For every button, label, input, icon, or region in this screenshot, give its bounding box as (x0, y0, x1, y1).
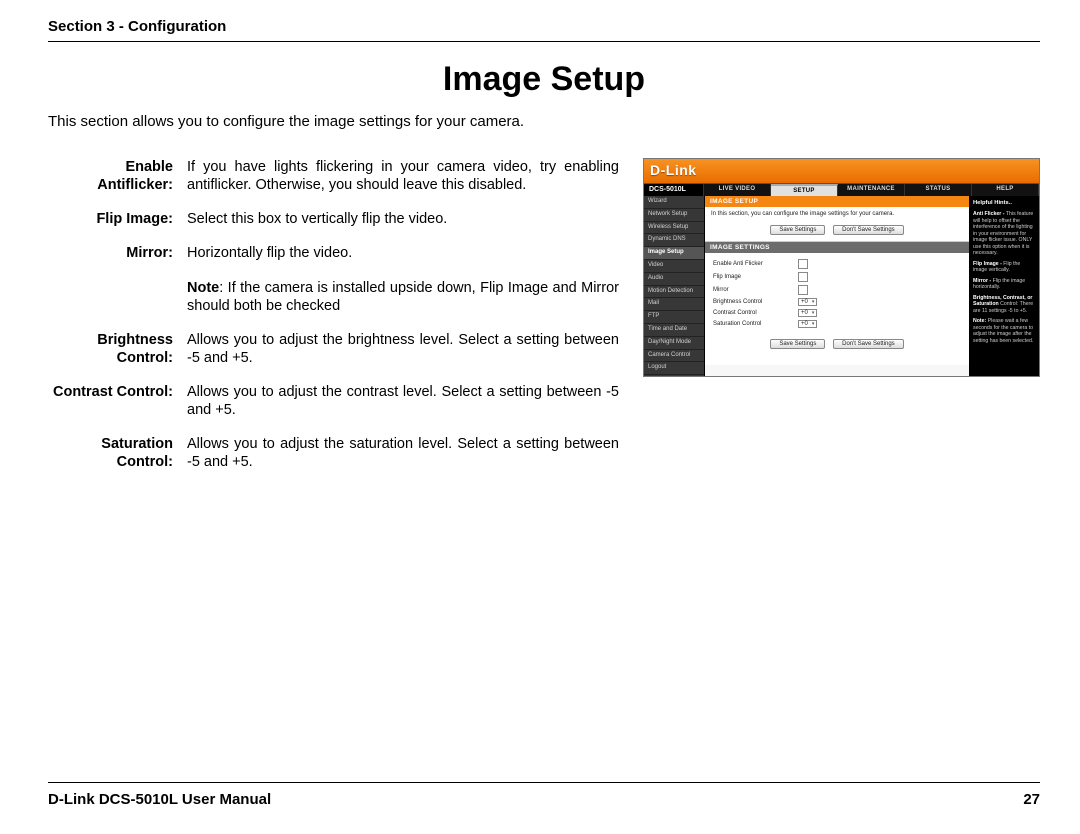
term-mirror: Mirror: (48, 244, 187, 262)
desc-mirror: Horizontally flip the video. (187, 244, 619, 262)
definitions-list: Enable Antiflicker: If you have lights f… (48, 158, 619, 488)
select-saturation[interactable]: +0 (798, 320, 817, 328)
sidenav-daynight[interactable]: Day/Night Mode (644, 337, 704, 350)
section-header: Section 3 - Configuration (48, 18, 1040, 42)
desc-note: Note: If the camera is installed upside … (187, 279, 619, 315)
checkbox-anti-flicker[interactable] (798, 259, 808, 269)
panel-title: IMAGE SETUP (705, 196, 969, 207)
desc-brightness: Allows you to adjust the brightness leve… (187, 331, 619, 367)
sidenav-camera-control[interactable]: Camera Control (644, 350, 704, 363)
save-button-top[interactable]: Save Settings (770, 225, 825, 235)
sidenav-video[interactable]: Video (644, 260, 704, 273)
sidenav-logout[interactable]: Logout (644, 362, 704, 375)
tab-live-video[interactable]: LIVE VIDEO (704, 184, 771, 196)
sidenav-network[interactable]: Network Setup (644, 209, 704, 222)
sidenav-mail[interactable]: Mail (644, 298, 704, 311)
hints-title: Helpful Hints.. (973, 200, 1035, 207)
sidenav-wizard[interactable]: Wizard (644, 196, 704, 209)
term-brightness: Brightness Control: (48, 331, 187, 367)
desc-enable-antiflicker: If you have lights flickering in your ca… (187, 158, 619, 194)
brand-logo: D-Link (650, 162, 697, 178)
screenshot-embed: D-Link DCS-5010L LIVE VIDEO SETUP MAINTE… (643, 158, 1040, 377)
page-title: Image Setup (48, 60, 1040, 99)
term-contrast: Contrast Control: (48, 383, 187, 419)
sidenav-ddns[interactable]: Dynamic DNS (644, 234, 704, 247)
tab-help[interactable]: HELP (972, 184, 1039, 196)
sidenav-motion[interactable]: Motion Detection (644, 286, 704, 299)
sidenav-image-setup[interactable]: Image Setup (644, 247, 704, 260)
desc-contrast: Allows you to adjust the contrast level.… (187, 383, 619, 419)
dont-save-button-bottom[interactable]: Don't Save Settings (833, 339, 904, 349)
hints-panel: Helpful Hints.. Anti Flicker - This feat… (969, 196, 1039, 376)
sidenav-wireless[interactable]: Wireless Setup (644, 222, 704, 235)
label-mirror: Mirror (713, 287, 798, 293)
side-nav: Wizard Network Setup Wireless Setup Dyna… (644, 196, 705, 376)
term-enable-antiflicker: Enable Antiflicker: (48, 158, 187, 194)
sidenav-audio[interactable]: Audio (644, 273, 704, 286)
desc-flip-image: Select this box to vertically flip the v… (187, 210, 619, 228)
tab-maintenance[interactable]: MAINTENANCE (838, 184, 905, 196)
term-saturation: Saturation Control: (48, 435, 187, 471)
section-header: IMAGE SETTINGS (705, 242, 969, 253)
tab-bar: LIVE VIDEO SETUP MAINTENANCE STATUS HELP (704, 184, 1039, 196)
label-anti-flicker: Enable Anti Flicker (713, 261, 798, 267)
footer-page-number: 27 (1023, 791, 1040, 808)
screenshot-header: D-Link (644, 159, 1039, 184)
checkbox-mirror[interactable] (798, 285, 808, 295)
intro-text: This section allows you to configure the… (48, 113, 1040, 130)
dont-save-button-top[interactable]: Don't Save Settings (833, 225, 904, 235)
save-button-bottom[interactable]: Save Settings (770, 339, 825, 349)
term-note (48, 279, 187, 315)
tab-setup[interactable]: SETUP (771, 184, 838, 196)
select-brightness[interactable]: +0 (798, 298, 817, 306)
term-flip-image: Flip Image: (48, 210, 187, 228)
panel-subtitle: In this section, you can configure the i… (705, 207, 969, 221)
content-panel: IMAGE SETUP In this section, you can con… (705, 196, 969, 376)
desc-saturation: Allows you to adjust the saturation leve… (187, 435, 619, 471)
label-contrast: Contrast Control (713, 310, 798, 316)
tab-status[interactable]: STATUS (905, 184, 972, 196)
model-label: DCS-5010L (644, 184, 704, 196)
label-flip-image: Flip Image (713, 274, 798, 280)
checkbox-flip-image[interactable] (798, 272, 808, 282)
sidenav-ftp[interactable]: FTP (644, 311, 704, 324)
sidenav-timedate[interactable]: Time and Date (644, 324, 704, 337)
footer-left: D-Link DCS-5010L User Manual (48, 791, 271, 808)
label-brightness: Brightness Control (713, 299, 798, 305)
label-saturation: Saturation Control (713, 321, 798, 327)
select-contrast[interactable]: +0 (798, 309, 817, 317)
